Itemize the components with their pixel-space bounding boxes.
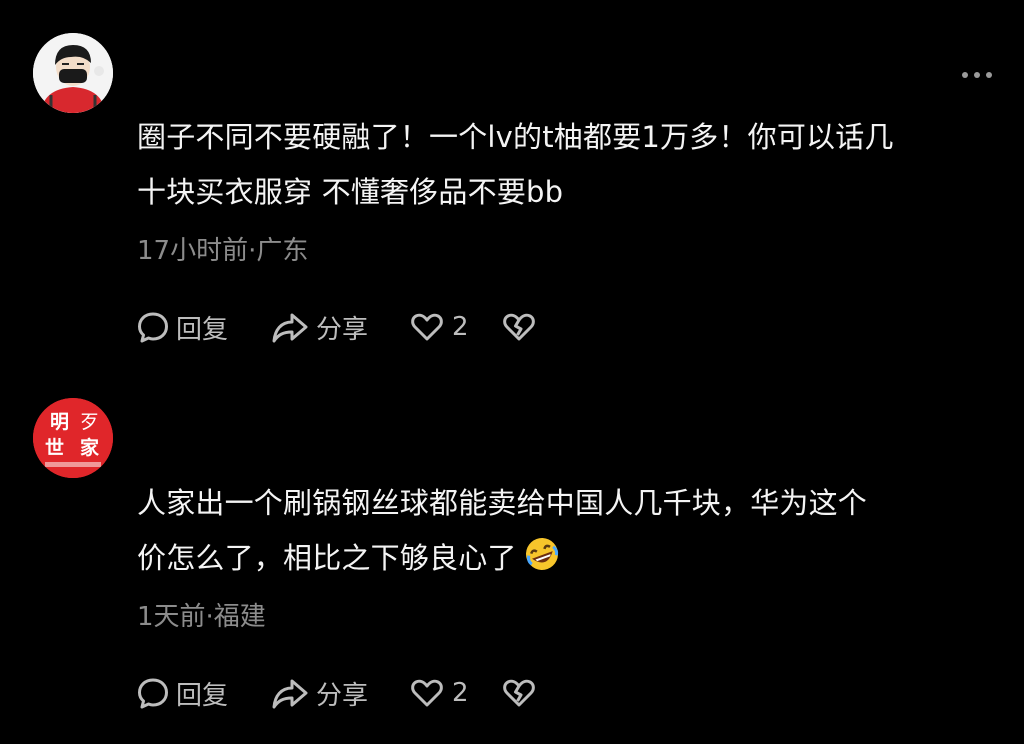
comment-actions: 回复 分享 2 [136, 673, 536, 713]
dislike-button[interactable] [502, 311, 536, 343]
broken-heart-icon [503, 313, 535, 341]
share-arrow-icon [272, 313, 308, 343]
comment-text-line-wrap: 价怎么了，相比之下够良心了 [137, 531, 987, 590]
reply-label: 回复 [176, 314, 229, 345]
comment-item: 圈子不同不要硬融了！一个lv的t柚都要1万多！你可以话几 十块买衣服穿 不懂奢侈… [0, 0, 1024, 372]
user-avatar[interactable] [33, 33, 113, 113]
rolling-laughing-emoji-icon [523, 535, 561, 590]
share-label: 分享 [316, 680, 369, 711]
heart-icon [411, 313, 443, 341]
comment-text: 人家出一个刷锅钢丝球都能卖给中国人几千块，华为这个 价怎么了，相比之下够良心了 [137, 476, 987, 590]
comment-text-line: 人家出一个刷锅钢丝球都能卖给中国人几千块，华为这个 [137, 486, 868, 520]
seal-character: 明 [50, 411, 69, 433]
dot-icon [962, 72, 968, 78]
like-button[interactable]: 2 [410, 677, 502, 709]
like-button[interactable]: 2 [410, 311, 502, 343]
share-button[interactable]: 分享 [270, 675, 410, 712]
dislike-button[interactable] [502, 677, 536, 709]
comment-text-line: 十块买衣服穿 不懂奢侈品不要bb [137, 175, 564, 209]
speech-bubble-icon [138, 312, 168, 343]
dot-icon [986, 72, 992, 78]
share-button[interactable]: 分享 [270, 309, 410, 346]
reply-button[interactable]: 回复 [136, 675, 270, 712]
speech-bubble-icon [138, 678, 168, 709]
like-count: 2 [452, 678, 469, 708]
comment-meta: 17小时前·广东 [137, 236, 309, 266]
reply-button[interactable]: 回复 [136, 309, 270, 346]
comment-meta: 1天前·福建 [137, 602, 266, 632]
more-options-button[interactable] [962, 72, 992, 78]
broken-heart-icon [503, 679, 535, 707]
calligraphy-seal-avatar-icon: 明 歹 世 家 [33, 398, 113, 478]
comment-text: 圈子不同不要硬融了！一个lv的t柚都要1万多！你可以话几 十块买衣服穿 不懂奢侈… [137, 110, 987, 220]
share-arrow-icon [272, 679, 308, 709]
comment-item: 明 歹 世 家 人家出一个刷锅钢丝球都能卖给中国人几千块，华为这个 价怎么了，相… [0, 372, 1024, 744]
dot-icon [974, 72, 980, 78]
heart-icon [411, 679, 443, 707]
seal-character: 世 [45, 437, 64, 459]
like-count: 2 [452, 312, 469, 342]
reply-label: 回复 [176, 680, 229, 711]
comment-text-line: 价怎么了，相比之下够良心了 [137, 541, 517, 575]
svg-text:歹: 歹 [80, 411, 99, 433]
comment-actions: 回复 分享 2 [136, 307, 536, 347]
share-label: 分享 [316, 314, 369, 345]
comment-text-line: 圈子不同不要硬融了！一个lv的t柚都要1万多！你可以话几 [137, 120, 894, 154]
boy-with-mask-avatar-icon [33, 33, 113, 113]
user-avatar[interactable]: 明 歹 世 家 [33, 398, 113, 478]
seal-character: 家 [80, 436, 100, 459]
